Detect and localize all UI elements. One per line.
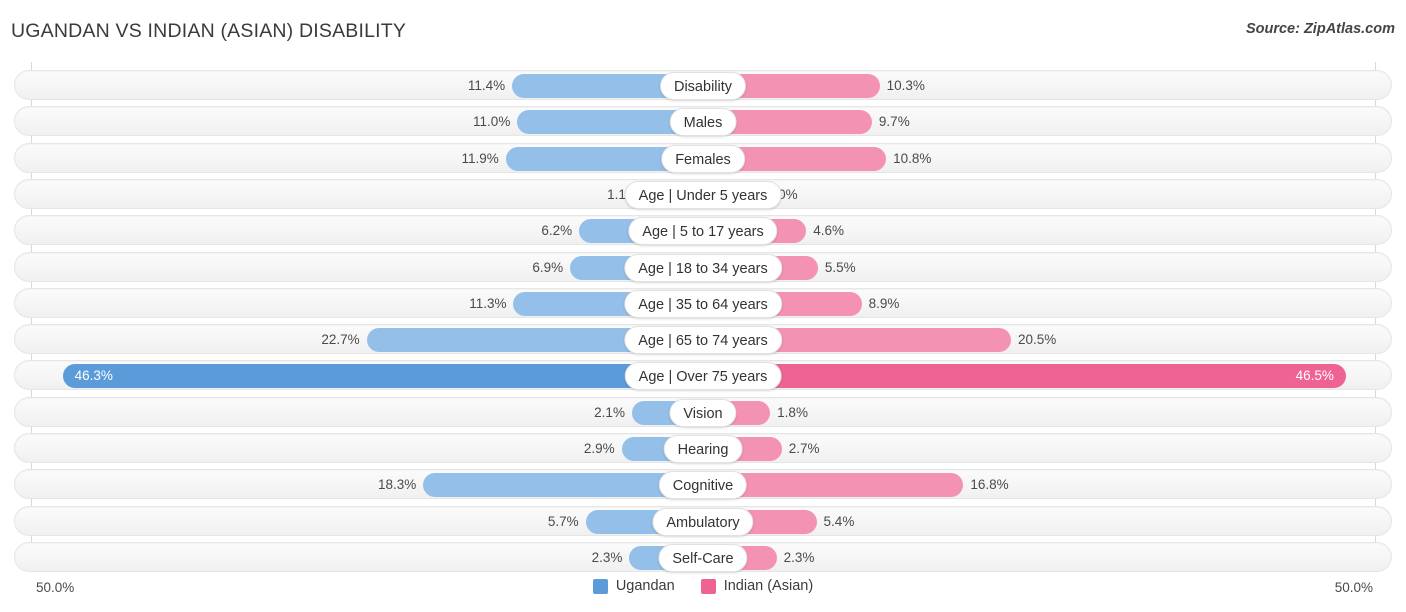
row-label-pill[interactable]: Age | 5 to 17 years xyxy=(628,217,778,246)
legend-label-indian-asian: Indian (Asian) xyxy=(723,578,814,594)
chart-row[interactable]: 6.2% 4.6% Age | 5 to 17 years xyxy=(14,215,1392,246)
value-label-ugandan: 5.7% xyxy=(547,513,579,529)
legend-label-ugandan: Ugandan xyxy=(615,578,675,594)
legend-swatch-ugandan xyxy=(592,578,608,594)
row-label-pill[interactable]: Disability xyxy=(659,72,747,100)
source-attribution: Source: ZipAtlas.com xyxy=(1245,21,1395,37)
value-label-indian-asian: 20.5% xyxy=(1018,332,1057,348)
value-label-indian-asian: 2.3% xyxy=(783,549,815,565)
chart-row[interactable]: 11.9% 10.8% Females xyxy=(14,142,1392,173)
page-title: UGANDAN VS INDIAN (ASIAN) DISABILITY xyxy=(11,20,407,42)
chart-row[interactable]: 46.3% 46.5% Age | Over 75 years xyxy=(14,360,1392,391)
chart-header: UGANDAN VS INDIAN (ASIAN) DISABILITY Sou… xyxy=(0,0,1406,58)
value-label-ugandan: 46.3% xyxy=(74,368,113,384)
chart-legend: Ugandan Indian (Asian) xyxy=(0,578,1406,594)
row-label-pill[interactable]: Vision xyxy=(669,398,737,427)
chart-row[interactable]: 2.3% 2.3% Self-Care xyxy=(14,541,1392,572)
value-label-ugandan: 11.9% xyxy=(461,150,499,166)
value-label-indian-asian: 1.8% xyxy=(777,404,808,420)
value-label-ugandan: 6.2% xyxy=(541,223,573,239)
row-label-pill[interactable]: Cognitive xyxy=(658,471,748,500)
value-label-indian-asian: 10.8% xyxy=(893,150,932,166)
value-label-ugandan: 2.3% xyxy=(591,549,623,565)
row-label-pill[interactable]: Age | 18 to 34 years xyxy=(624,253,782,282)
chart-row[interactable]: 2.1% 1.8% Vision xyxy=(14,396,1392,427)
value-label-ugandan: 11.0% xyxy=(473,114,511,130)
value-label-ugandan: 18.3% xyxy=(378,477,417,493)
value-label-indian-asian: 4.6% xyxy=(813,223,845,239)
value-label-ugandan: 11.3% xyxy=(469,295,507,311)
legend-item-indian-asian[interactable]: Indian (Asian) xyxy=(700,578,814,594)
chart-footer: 50.0% 50.0% Ugandan Indian (Asian) xyxy=(0,570,1406,612)
value-label-indian-asian: 5.4% xyxy=(823,513,855,529)
legend-swatch-indian-asian xyxy=(700,578,716,594)
chart-row[interactable]: 11.3% 8.9% Age | 35 to 64 years xyxy=(14,287,1392,318)
bar-indian-asian xyxy=(703,364,1346,389)
row-label-pill[interactable]: Hearing xyxy=(663,435,743,463)
value-label-indian-asian: 5.5% xyxy=(824,259,856,275)
legend-item-ugandan[interactable]: Ugandan xyxy=(592,578,675,594)
value-label-indian-asian: 9.7% xyxy=(878,114,910,130)
value-label-indian-asian: 16.8% xyxy=(970,477,1009,493)
value-label-ugandan: 6.9% xyxy=(532,259,564,275)
row-label-pill[interactable]: Age | Over 75 years xyxy=(624,362,782,391)
row-label-pill[interactable]: Females xyxy=(661,144,745,173)
row-label-pill[interactable]: Self-Care xyxy=(658,543,748,572)
chart-row[interactable]: 6.9% 5.5% Age | 18 to 34 years xyxy=(14,251,1392,282)
row-label-pill[interactable]: Males xyxy=(669,108,737,137)
row-label-pill[interactable]: Age | 65 to 74 years xyxy=(624,326,782,355)
chart-row[interactable]: 18.3% 16.8% Cognitive xyxy=(14,469,1392,500)
row-label-pill[interactable]: Age | 35 to 64 years xyxy=(624,289,782,318)
chart-row[interactable]: 11.0% 9.7% Males xyxy=(14,106,1392,137)
value-label-ugandan: 2.9% xyxy=(583,441,615,456)
row-label-pill[interactable]: Ambulatory xyxy=(652,507,754,536)
value-label-indian-asian: 46.5% xyxy=(1295,368,1334,384)
chart-row[interactable]: 2.9% 2.7% Hearing xyxy=(14,433,1392,463)
value-label-indian-asian: 10.3% xyxy=(886,78,925,93)
value-label-ugandan: 22.7% xyxy=(321,332,360,348)
value-label-ugandan: 2.1% xyxy=(594,404,625,420)
row-label-pill[interactable]: Age | Under 5 years xyxy=(624,180,782,209)
diverging-bar-chart: 11.4% 10.3% Disability 11.0% 9.7% Males 11.9% 1… xyxy=(0,62,1406,572)
chart-row[interactable]: 5.7% 5.4% Ambulatory xyxy=(14,505,1392,536)
chart-row[interactable]: 1.1% 1.0% Age | Under 5 years xyxy=(14,178,1392,209)
chart-row[interactable]: 11.4% 10.3% Disability xyxy=(14,70,1392,100)
value-label-indian-asian: 8.9% xyxy=(868,295,900,311)
chart-row[interactable]: 22.7% 20.5% Age | 65 to 74 years xyxy=(14,324,1392,355)
bar-ugandan xyxy=(62,364,703,389)
value-label-indian-asian: 2.7% xyxy=(788,441,820,456)
value-label-ugandan: 11.4% xyxy=(467,78,506,93)
